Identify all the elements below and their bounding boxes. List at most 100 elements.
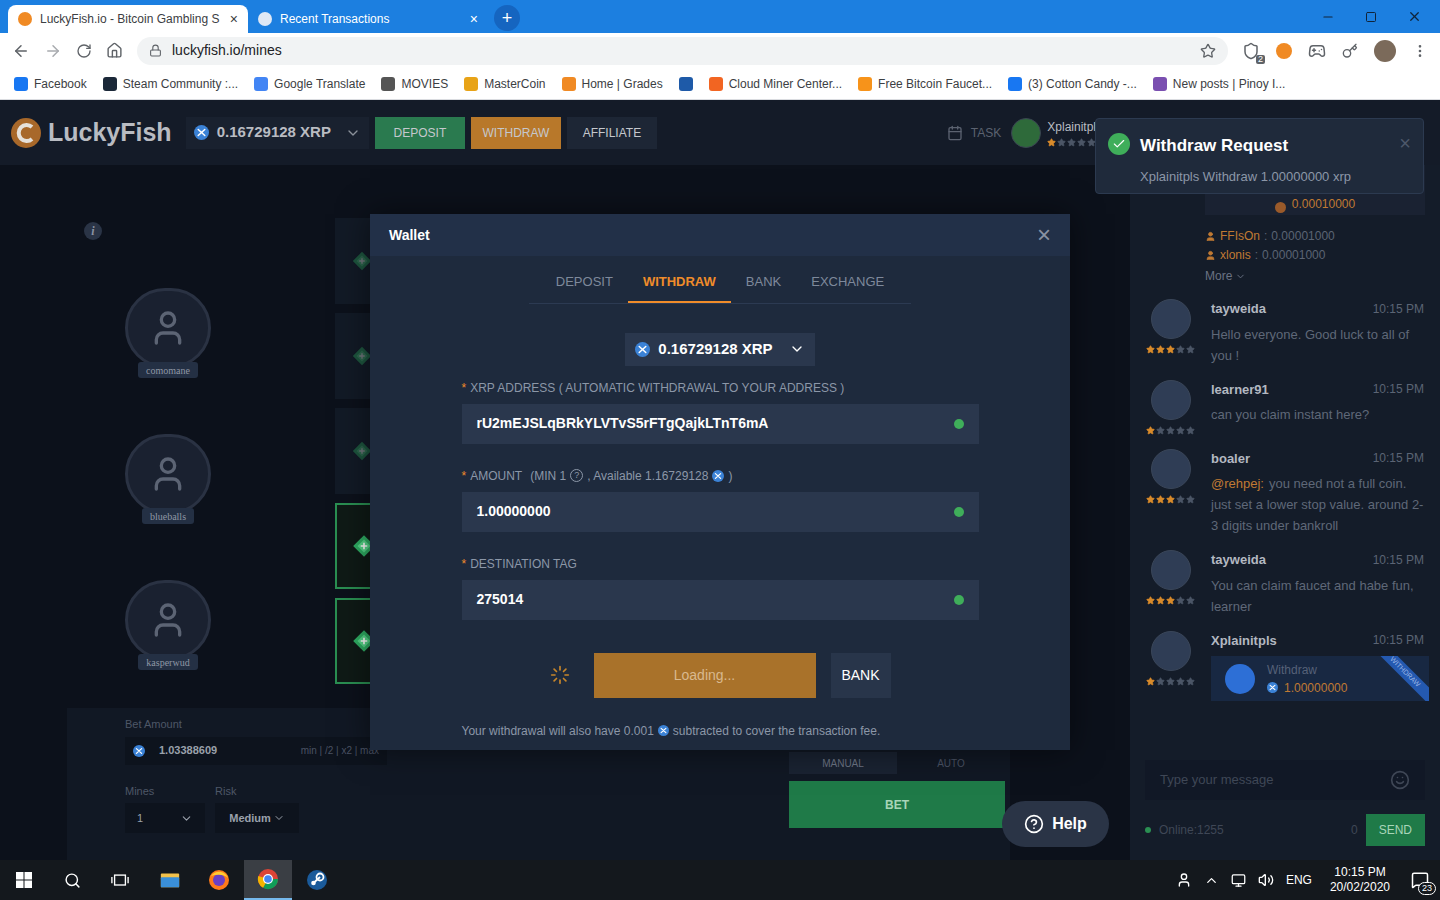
info-button[interactable]: i xyxy=(84,222,102,240)
bookmark[interactable]: Cloud Miner Center... xyxy=(709,75,842,93)
wallet-tab[interactable]: DEPOSIT xyxy=(541,270,628,303)
bookmark[interactable]: New posts | Pinoy I... xyxy=(1153,75,1286,93)
bet-amount-value: 1.03388609 xyxy=(159,742,217,759)
bookmark[interactable]: MOVIES xyxy=(381,75,448,93)
risk-select[interactable]: Medium xyxy=(215,803,299,833)
tag-input[interactable]: 275014 xyxy=(462,580,979,620)
gamepad-icon[interactable] xyxy=(1308,42,1326,60)
player[interactable]: kasperwud xyxy=(125,580,211,670)
clock[interactable]: 10:15 PM20/02/2020 xyxy=(1324,865,1396,895)
task-view-button[interactable] xyxy=(96,860,144,900)
chat-user[interactable]: tayweida xyxy=(1211,299,1266,319)
spinner-icon xyxy=(550,665,570,685)
browser-tab[interactable]: Recent Transactions× xyxy=(248,5,488,33)
help-badge[interactable]: ? xyxy=(570,469,583,482)
bookmark[interactable]: Google Translate xyxy=(254,75,365,93)
currency-text: 0.16729128 XRP xyxy=(658,338,772,361)
back-icon[interactable] xyxy=(12,42,30,60)
start-button[interactable] xyxy=(0,860,48,900)
mode-tab[interactable]: AUTO xyxy=(897,752,1005,774)
chat-user[interactable]: learner91 xyxy=(1211,380,1269,400)
taskbar-app[interactable] xyxy=(195,860,243,900)
tab-close[interactable]: × xyxy=(230,12,238,26)
chat-avatar[interactable] xyxy=(1151,299,1191,339)
chat-input[interactable]: Type your message xyxy=(1145,760,1425,800)
nav-button[interactable]: DEPOSIT xyxy=(375,117,465,149)
bet-button[interactable]: BET xyxy=(789,781,1005,828)
player[interactable]: blueballs xyxy=(125,434,211,524)
chat-mention[interactable]: @rehpej: xyxy=(1211,476,1264,491)
online-dot xyxy=(1145,827,1151,833)
search-button[interactable] xyxy=(48,860,96,900)
volume-icon[interactable] xyxy=(1258,872,1274,888)
bookmark[interactable]: MasterCoin xyxy=(464,75,545,93)
tab-close[interactable]: × xyxy=(470,12,478,26)
bookmark[interactable]: Steam Community :... xyxy=(103,75,238,93)
network-icon[interactable] xyxy=(1231,873,1246,888)
menu-icon[interactable] xyxy=(1412,43,1428,59)
site-logo[interactable]: LuckyFish xyxy=(10,114,172,152)
home-icon[interactable] xyxy=(106,42,123,59)
notifications-button[interactable]: 23 xyxy=(1408,868,1432,892)
taskbar: ENG 10:15 PM20/02/2020 23 xyxy=(0,860,1440,900)
bookmark-favicon xyxy=(858,77,872,91)
extension-button[interactable]: 2 xyxy=(1242,42,1260,60)
star-icon xyxy=(1146,426,1155,435)
bet-actions[interactable]: min | /2 | x2 | max xyxy=(301,743,379,758)
chat-avatar[interactable] xyxy=(1151,449,1191,489)
currency-select[interactable]: 0.16729128 XRP xyxy=(625,333,814,366)
maximize-icon[interactable] xyxy=(1365,11,1377,23)
submit-button[interactable]: Loading... xyxy=(594,653,816,698)
bookmark[interactable] xyxy=(679,77,693,91)
player[interactable]: comomane xyxy=(125,288,211,378)
new-tab-button[interactable]: + xyxy=(494,5,520,31)
chat-avatar[interactable] xyxy=(1151,380,1191,420)
taskbar-app[interactable] xyxy=(244,860,292,900)
help-button[interactable]: Help xyxy=(1002,801,1109,847)
wallet-tab[interactable]: WITHDRAW xyxy=(628,270,731,303)
chat-avatar[interactable] xyxy=(1151,550,1191,590)
mode-tab[interactable]: MANUAL xyxy=(789,752,897,774)
taskbar-app[interactable] xyxy=(293,860,341,900)
toast-close[interactable]: × xyxy=(1399,133,1411,153)
forward-icon[interactable] xyxy=(44,42,62,60)
reload-icon[interactable] xyxy=(76,43,92,59)
language[interactable]: ENG xyxy=(1286,871,1312,889)
task-button[interactable]: TASK xyxy=(947,124,1001,142)
people-icon[interactable] xyxy=(1176,872,1192,888)
star-icon xyxy=(1166,495,1175,504)
star-icon xyxy=(1146,677,1155,686)
chat-user[interactable]: Xplainitpls xyxy=(1211,631,1277,651)
profile-avatar[interactable] xyxy=(1374,40,1396,62)
bookmark[interactable]: Free Bitcoin Faucet... xyxy=(858,75,992,93)
key-icon[interactable] xyxy=(1342,43,1358,59)
bank-button[interactable]: BANK xyxy=(831,653,891,698)
amount-input[interactable]: 1.00000000 xyxy=(462,492,979,532)
bet-amount-input[interactable]: 1.03388609 min | /2 | x2 | max xyxy=(125,737,387,765)
close-window-icon[interactable] xyxy=(1407,9,1422,24)
bookmark[interactable]: Home | Grades xyxy=(562,75,663,93)
address-input[interactable]: rU2mEJSLqBRkYLVTvS5rFTgQajkLTnT6mA xyxy=(462,404,979,444)
extension-icon[interactable] xyxy=(1276,43,1292,59)
omnibox[interactable]: luckyfish.io/mines xyxy=(137,37,1228,65)
bookmark[interactable]: (3) Cotton Candy -... xyxy=(1008,75,1137,93)
more-link[interactable]: More xyxy=(1205,267,1424,285)
wallet-tab[interactable]: BANK xyxy=(731,270,796,303)
bookmark[interactable]: Facebook xyxy=(14,75,87,93)
emoji-icon[interactable] xyxy=(1390,770,1410,790)
taskbar-app[interactable] xyxy=(146,860,194,900)
nav-button[interactable]: AFFILIATE xyxy=(567,117,657,149)
minimize-icon[interactable] xyxy=(1321,10,1335,24)
wallet-tab[interactable]: EXCHANGE xyxy=(796,270,899,303)
chat-user[interactable]: boaler xyxy=(1211,449,1250,469)
chat-user[interactable]: tayweida xyxy=(1211,550,1266,570)
modal-close[interactable]: × xyxy=(1037,223,1051,247)
bookmark-star-icon[interactable] xyxy=(1200,43,1216,59)
browser-tab[interactable]: LuckyFish.io - Bitcoin Gambling S× xyxy=(8,5,248,33)
mines-select[interactable]: 1 xyxy=(125,803,205,833)
balance-selector[interactable]: 0.16729128 XRP xyxy=(186,117,369,149)
nav-button[interactable]: WITHDRAW xyxy=(471,117,561,149)
send-button[interactable]: SEND xyxy=(1366,814,1425,846)
tray-expand-icon[interactable] xyxy=(1204,873,1219,888)
chat-avatar[interactable] xyxy=(1151,631,1191,671)
